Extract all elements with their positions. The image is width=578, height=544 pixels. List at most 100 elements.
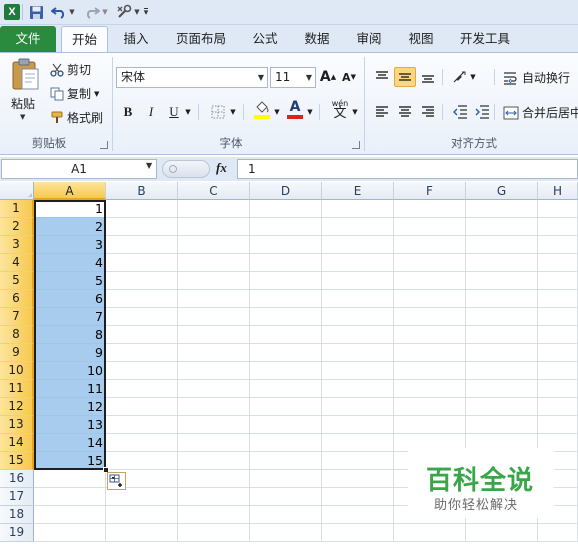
grid-cell[interactable] <box>178 398 250 416</box>
cell-a8[interactable]: 8 <box>34 326 106 344</box>
grid-cell[interactable] <box>250 272 322 290</box>
cell-a17[interactable] <box>34 488 106 506</box>
grid-cell[interactable] <box>322 470 394 488</box>
customize-qat-icon[interactable]: ▾ <box>141 2 151 22</box>
grid-cell[interactable] <box>178 272 250 290</box>
grid-cell[interactable] <box>178 470 250 488</box>
grid-cell[interactable] <box>466 236 538 254</box>
grid-cell[interactable] <box>322 290 394 308</box>
grid-cell[interactable] <box>394 254 466 272</box>
paste-label[interactable]: 粘贴 <box>11 95 35 112</box>
merge-center-button[interactable]: 合并后居中 <box>503 104 578 121</box>
grid-cell[interactable] <box>106 254 178 272</box>
column-header-d[interactable]: D <box>250 182 322 200</box>
row-header[interactable]: 19 <box>0 524 34 542</box>
grid-cell[interactable] <box>466 290 538 308</box>
grid-cell[interactable] <box>178 236 250 254</box>
grid-cell[interactable] <box>106 524 178 542</box>
bold-button[interactable]: B <box>118 102 138 122</box>
cell-a12[interactable]: 12 <box>34 398 106 416</box>
cell-a11[interactable]: 11 <box>34 380 106 398</box>
grid-cell[interactable] <box>250 524 322 542</box>
grid-cell[interactable] <box>106 380 178 398</box>
undo-icon[interactable] <box>49 2 69 22</box>
grid-cell[interactable] <box>538 380 578 398</box>
cell-a16[interactable] <box>34 470 106 488</box>
grid-cell[interactable] <box>178 200 250 218</box>
column-header-f[interactable]: F <box>394 182 466 200</box>
grid-cell[interactable] <box>538 362 578 380</box>
borders-dropdown-icon[interactable]: ▼ <box>228 102 238 122</box>
redo-dropdown-icon[interactable]: ▼ <box>101 2 109 22</box>
grid-cell[interactable] <box>178 434 250 452</box>
grid-cell[interactable] <box>250 308 322 326</box>
grid-cell[interactable] <box>394 308 466 326</box>
row-header[interactable]: 9 <box>0 344 34 362</box>
grid-cell[interactable] <box>106 362 178 380</box>
grid-cell[interactable] <box>250 380 322 398</box>
font-color-button[interactable]: A <box>285 99 305 119</box>
grid-cell[interactable] <box>466 362 538 380</box>
grid-cell[interactable] <box>394 398 466 416</box>
column-header-c[interactable]: C <box>178 182 250 200</box>
grid-cell[interactable] <box>250 344 322 362</box>
grid-cell[interactable] <box>178 488 250 506</box>
grid-cell[interactable] <box>394 380 466 398</box>
grid-cell[interactable] <box>178 524 250 542</box>
cell-a3[interactable]: 3 <box>34 236 106 254</box>
undo-dropdown-icon[interactable]: ▼ <box>68 2 76 22</box>
tab-view[interactable]: 视图 <box>400 25 442 52</box>
grid-cell[interactable] <box>322 488 394 506</box>
row-header[interactable]: 10 <box>0 362 34 380</box>
row-header[interactable]: 11 <box>0 380 34 398</box>
grid-cell[interactable] <box>106 200 178 218</box>
grid-cell[interactable] <box>466 524 538 542</box>
grid-cell[interactable] <box>178 308 250 326</box>
grid-cell[interactable] <box>178 326 250 344</box>
grid-cell[interactable] <box>178 362 250 380</box>
underline-dropdown-icon[interactable]: ▼ <box>183 102 193 122</box>
grid-cell[interactable] <box>250 200 322 218</box>
orientation-button[interactable] <box>450 67 470 87</box>
grid-cell[interactable] <box>250 254 322 272</box>
grid-cell[interactable] <box>394 218 466 236</box>
grid-cell[interactable] <box>322 200 394 218</box>
column-header-e[interactable]: E <box>322 182 394 200</box>
font-name-select[interactable]: 宋体 ▼ <box>116 67 268 88</box>
grid-cell[interactable] <box>250 326 322 344</box>
grid-cell[interactable] <box>466 326 538 344</box>
auto-fill-options-button[interactable] <box>107 472 126 490</box>
grid-cell[interactable] <box>250 488 322 506</box>
select-all-corner[interactable] <box>0 182 34 200</box>
grid-cell[interactable] <box>250 290 322 308</box>
align-right-button[interactable] <box>418 102 438 122</box>
name-box-dropdown-icon[interactable]: ▼ <box>146 161 152 170</box>
row-header[interactable]: 4 <box>0 254 34 272</box>
font-name-dropdown-icon[interactable]: ▼ <box>258 68 264 87</box>
font-size-select[interactable]: 11 ▼ <box>270 67 316 88</box>
grid-cell[interactable] <box>538 308 578 326</box>
grid-cell[interactable] <box>106 452 178 470</box>
align-bottom-button[interactable] <box>418 67 438 87</box>
grid-cell[interactable] <box>178 254 250 272</box>
paste-button[interactable] <box>7 57 43 91</box>
row-header[interactable]: 15 <box>0 452 34 470</box>
grid-cell[interactable] <box>394 362 466 380</box>
row-header[interactable]: 13 <box>0 416 34 434</box>
paste-dropdown-icon[interactable]: ▼ <box>20 113 25 121</box>
excel-logo-icon[interactable]: X <box>2 2 22 22</box>
cut-button[interactable]: 剪切 <box>50 61 91 78</box>
grid-cell[interactable] <box>322 434 394 452</box>
formula-input[interactable]: 1 <box>237 159 578 179</box>
row-header[interactable]: 2 <box>0 218 34 236</box>
grid-cell[interactable] <box>466 380 538 398</box>
grid-cell[interactable] <box>250 362 322 380</box>
font-color-dropdown-icon[interactable]: ▼ <box>305 102 315 122</box>
grid-cell[interactable] <box>250 470 322 488</box>
column-header-a[interactable]: A <box>34 182 106 200</box>
underline-button[interactable]: U <box>164 102 184 122</box>
font-size-dropdown-icon[interactable]: ▼ <box>306 68 312 87</box>
cell-a10[interactable]: 10 <box>34 362 106 380</box>
grid-cell[interactable] <box>394 344 466 362</box>
cell-a2[interactable]: 2 <box>34 218 106 236</box>
